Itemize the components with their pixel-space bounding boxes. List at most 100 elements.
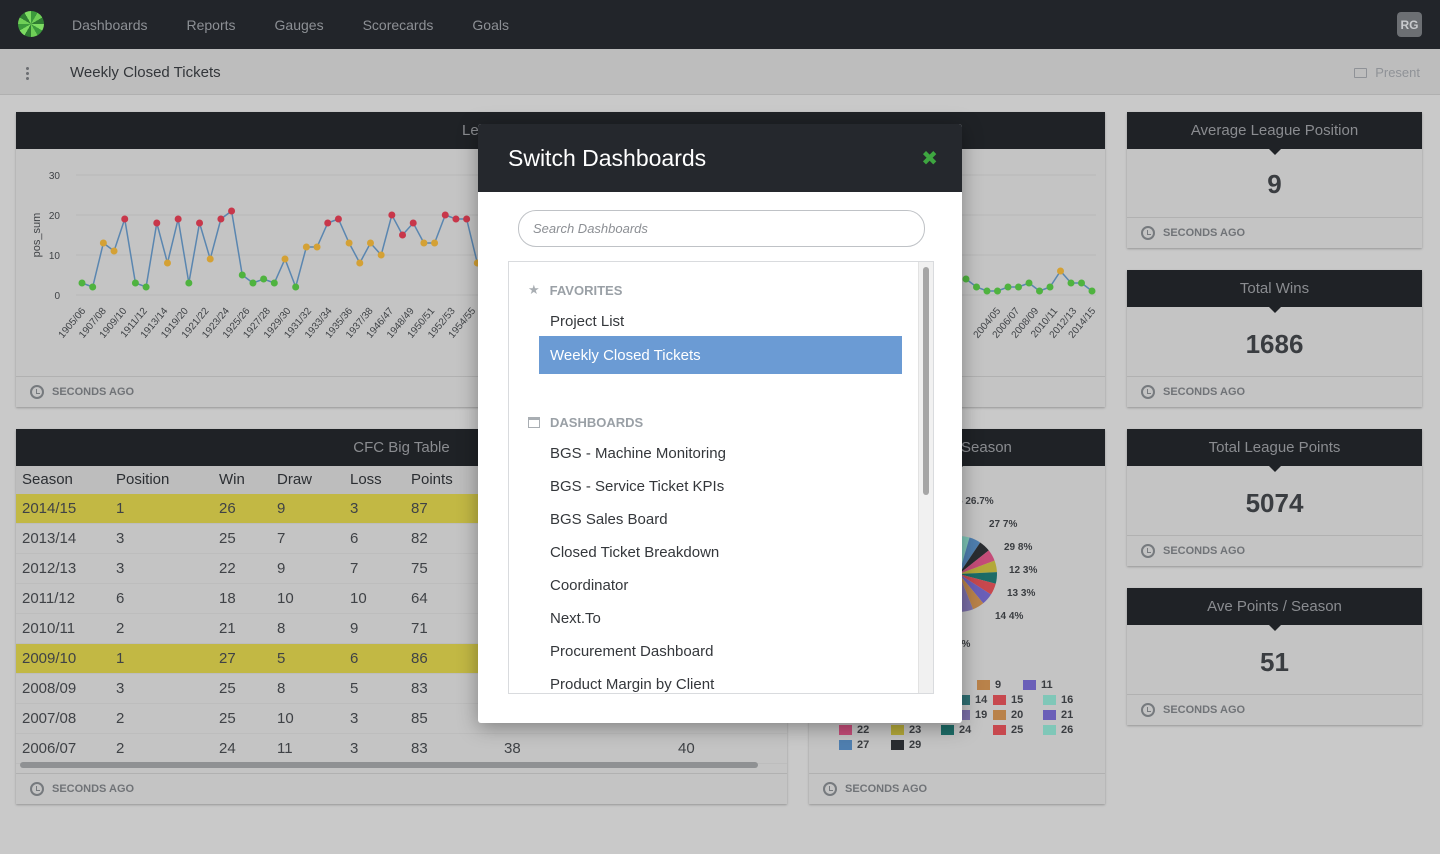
legend-item[interactable]: 15 xyxy=(993,694,1023,706)
footer-text: SECONDS AGO xyxy=(52,386,135,398)
legend-label: 15 xyxy=(1011,694,1024,706)
legend-label: 25 xyxy=(1011,724,1024,736)
table-cell: 2010/11 xyxy=(22,620,76,637)
kpi-value: 9 xyxy=(1267,169,1282,199)
dashboard-item[interactable]: Product Margin by Client xyxy=(539,665,902,693)
column-header[interactable]: Draw xyxy=(277,471,350,488)
column-header[interactable]: Points xyxy=(411,471,475,488)
user-avatar[interactable]: RG xyxy=(1397,12,1422,37)
kpi-value: 5074 xyxy=(1245,488,1304,518)
table-cell: 5 xyxy=(350,680,359,697)
pie-label: 5 26.7% xyxy=(957,496,994,507)
legend-item[interactable]: 23 xyxy=(891,724,921,736)
nav-scorecards[interactable]: Scorecards xyxy=(363,17,434,33)
table-row[interactable]: 2006/07 2 24 11 3 83 38 40 xyxy=(16,734,787,764)
nav-reports[interactable]: Reports xyxy=(187,17,236,33)
column-header[interactable]: Season xyxy=(22,471,116,488)
data-point xyxy=(1046,283,1054,291)
favorites-section-header: ★ FAVORITES xyxy=(528,282,622,298)
data-point xyxy=(366,239,374,247)
data-point xyxy=(388,211,396,219)
data-point xyxy=(238,271,246,279)
kebab-menu-icon[interactable] xyxy=(26,66,29,80)
data-point xyxy=(441,211,449,219)
legend-item[interactable]: 24 xyxy=(941,724,971,736)
legend-item[interactable]: 21 xyxy=(1043,709,1073,721)
favorite-item[interactable]: Project List xyxy=(539,302,902,340)
y-tick-label: 20 xyxy=(49,211,61,222)
table-cell: 87 xyxy=(411,500,428,517)
calendar-icon xyxy=(528,417,540,428)
legend-item[interactable]: 26 xyxy=(1043,724,1073,736)
legend-item[interactable]: 27 xyxy=(839,739,869,751)
star-icon: ★ xyxy=(528,282,540,297)
table-cell: 75 xyxy=(411,560,428,577)
panel-header: Ave Points / Season xyxy=(1127,588,1422,631)
legend-swatch xyxy=(839,725,852,736)
page-title: Weekly Closed Tickets xyxy=(70,64,221,81)
table-cell: 8 xyxy=(277,620,286,637)
table-cell: 71 xyxy=(411,620,428,637)
legend-item[interactable]: 9 xyxy=(977,679,1001,691)
legend-label: 22 xyxy=(857,724,870,736)
panel-title: Season xyxy=(961,439,1012,456)
legend-item[interactable]: 29 xyxy=(891,739,921,751)
favorite-item-selected[interactable]: Weekly Closed Tickets xyxy=(539,336,902,374)
table-cell: 2009/10 xyxy=(22,650,77,667)
horizontal-scrollbar[interactable] xyxy=(20,762,758,768)
column-header[interactable]: Win xyxy=(219,471,277,488)
modal-title: Switch Dashboards xyxy=(508,145,707,171)
panel-title: Total League Points xyxy=(1208,439,1341,456)
panel-header: Total Wins xyxy=(1127,270,1422,313)
table-cell: 6 xyxy=(116,590,125,607)
table-cell: 11 xyxy=(277,740,293,757)
legend-item[interactable]: 11 xyxy=(1023,679,1053,691)
legend-label: 19 xyxy=(975,709,988,721)
footer-text: SECONDS AGO xyxy=(1163,386,1246,398)
data-point xyxy=(452,215,460,223)
table-cell: 9 xyxy=(350,620,359,637)
pie-label: 12 3% xyxy=(1009,565,1037,576)
data-point xyxy=(78,279,86,287)
dashboards-label: DASHBOARDS xyxy=(550,415,644,430)
kpi-total-wins: Total Wins 1686 SECONDS AGO xyxy=(1127,270,1422,407)
panel-title: Le xyxy=(462,122,479,139)
table-cell: 40 xyxy=(678,740,695,757)
data-point xyxy=(420,239,428,247)
kpi-average-league-position: Average League Position 9 SECONDS AGO xyxy=(1127,112,1422,248)
table-cell: 6 xyxy=(350,530,359,547)
modal-header: Switch Dashboards xyxy=(478,124,962,192)
table-cell: 2 xyxy=(116,710,125,727)
nav-goals[interactable]: Goals xyxy=(472,17,509,33)
table-cell: 7 xyxy=(277,530,286,547)
legend-item[interactable]: 22 xyxy=(839,724,869,736)
clock-icon xyxy=(1141,226,1155,240)
panel-footer: SECONDS AGO xyxy=(1127,376,1422,407)
nav-dashboards[interactable]: Dashboards xyxy=(72,17,148,33)
data-point xyxy=(324,219,332,227)
panel-footer: SECONDS AGO xyxy=(1127,694,1422,725)
nav-gauges[interactable]: Gauges xyxy=(275,17,324,33)
data-point xyxy=(196,219,204,227)
table-cell: 27 xyxy=(219,650,236,667)
search-dashboards-input[interactable] xyxy=(518,210,925,247)
vertical-scrollbar[interactable] xyxy=(918,262,933,693)
legend-item[interactable]: 16 xyxy=(1043,694,1073,706)
data-point xyxy=(153,219,161,227)
data-point xyxy=(163,259,171,267)
app-logo-icon[interactable] xyxy=(18,11,44,37)
table-cell: 2 xyxy=(116,740,125,757)
clock-icon xyxy=(1141,703,1155,717)
data-point xyxy=(399,231,407,239)
close-icon[interactable]: ✖ xyxy=(921,146,938,171)
table-cell: 2014/15 xyxy=(22,500,77,517)
scroll-thumb[interactable] xyxy=(923,267,929,495)
legend-item[interactable]: 25 xyxy=(993,724,1023,736)
column-header[interactable]: Loss xyxy=(350,471,411,488)
data-point xyxy=(1088,287,1096,295)
data-point xyxy=(1067,279,1075,287)
clock-icon xyxy=(1141,544,1155,558)
legend-item[interactable]: 20 xyxy=(993,709,1023,721)
column-header[interactable]: Position xyxy=(116,471,219,488)
present-button[interactable]: Present xyxy=(1354,65,1420,80)
